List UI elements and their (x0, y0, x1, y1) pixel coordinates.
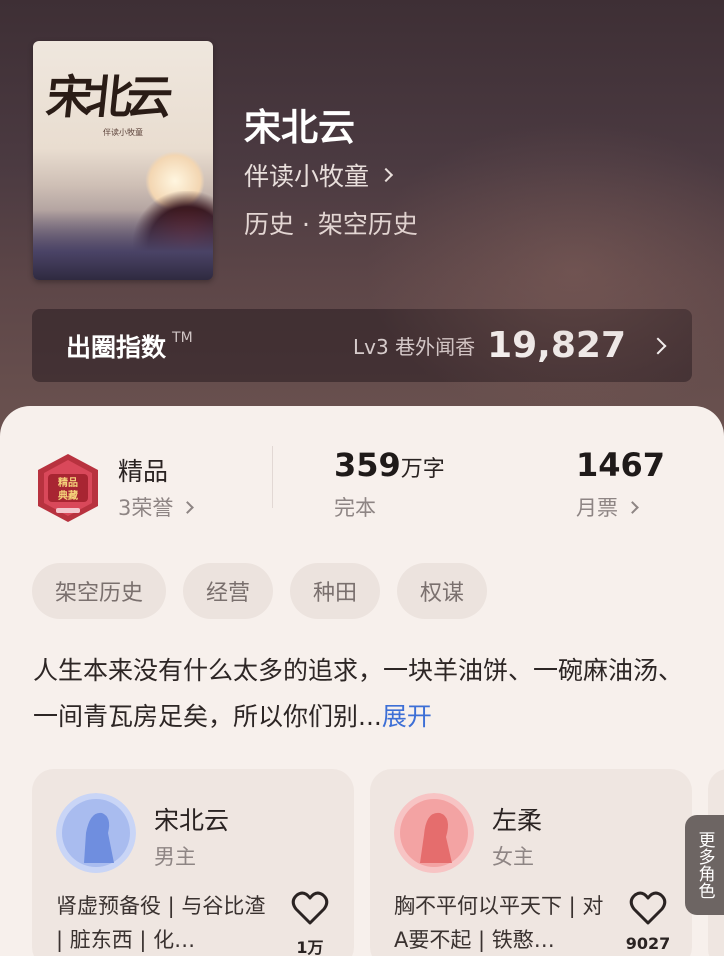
role-type: 女主 (492, 845, 534, 869)
cover-author: 伴读小牧童 (103, 128, 143, 137)
chevron-right-icon (626, 500, 639, 514)
book-title: 宋北云 (244, 106, 355, 149)
svg-text:精品: 精品 (58, 476, 78, 489)
tag-list: 架空历史 经营 种田 权谋 (32, 563, 488, 619)
cover-title: 宋北云 (43, 70, 170, 124)
more-roles-button[interactable]: 更多角色 (685, 815, 724, 915)
role-description: 肾虚预备役 | 与谷比渣 | 脏东西 | 化… (56, 894, 266, 952)
role-avatar (394, 793, 474, 873)
chevron-right-icon (378, 167, 394, 183)
likes-count: 9027 (625, 934, 671, 953)
book-detail-card: 精品 典藏 精品 3荣誉 359万字 完本 1467 月票 架空历史 经营 种田… (0, 406, 724, 956)
heart-icon[interactable] (628, 889, 668, 929)
word-count-value: 359 (334, 446, 401, 484)
honors-link[interactable]: 3荣誉 (118, 492, 195, 522)
stats-row: 精品 典藏 精品 3荣誉 359万字 完本 1467 月票 (0, 446, 724, 536)
monthly-votes-link[interactable]: 月票 (576, 492, 639, 522)
heart-icon[interactable] (290, 889, 330, 929)
role-type: 男主 (154, 845, 196, 869)
trademark-mark: TM (172, 329, 193, 346)
role-name: 宋北云 (154, 806, 230, 835)
word-count-unit: 万字 (400, 457, 445, 482)
book-cover[interactable]: 宋北云 伴读小牧童 (33, 41, 213, 280)
tag-chip[interactable]: 经营 (183, 563, 274, 619)
tag-chip[interactable]: 种田 (290, 563, 381, 619)
role-description: 胸不平何以平天下 | 对A要不起 | 铁憨… (394, 894, 604, 952)
role-name: 左柔 (492, 806, 543, 835)
stats-divider (272, 446, 273, 508)
expand-link[interactable]: 展开 (382, 702, 432, 731)
chevron-right-icon (181, 500, 195, 514)
male-avatar-icon (56, 793, 136, 873)
book-genre: 历史 · 架空历史 (244, 210, 418, 239)
index-title: 出圈指数 (66, 332, 167, 362)
monthly-votes-label: 月票 (576, 496, 618, 520)
role-avatar (56, 793, 136, 873)
likes-count: 1万 (296, 938, 324, 956)
svg-text:典藏: 典藏 (58, 489, 78, 502)
book-header: 宋北云 伴读小牧童 宋北云 伴读小牧童 历史 · 架空历史 出圈指数 TM Lv… (0, 0, 724, 470)
index-value: 19,827 (487, 325, 626, 366)
index-level: Lv3 巷外闻香 (353, 335, 476, 359)
status-label: 完本 (334, 496, 376, 520)
description-text: 人生本来没有什么太多的追求，一块羊油饼、一碗麻油汤、一间青瓦房足矣，所以你们别.… (33, 656, 684, 731)
book-description: 人生本来没有什么太多的追求，一块羊油饼、一碗麻油汤、一间青瓦房足矣，所以你们别.… (33, 648, 683, 740)
cover-city (33, 210, 213, 280)
role-card[interactable]: 宋北云 男主 肾虚预备役 | 与谷比渣 | 脏东西 | 化… 1万 (32, 769, 354, 956)
monthly-votes-value: 1467 (576, 446, 666, 484)
quality-badge-icon[interactable]: 精品 典藏 (34, 452, 102, 524)
role-card[interactable]: 左柔 女主 胸不平何以平天下 | 对A要不起 | 铁憨… 9027 (370, 769, 692, 956)
author-name: 伴读小牧童 (244, 162, 370, 191)
more-roles-label: 更多角色 (694, 831, 715, 899)
honors-count: 3荣誉 (118, 496, 174, 520)
tag-chip[interactable]: 架空历史 (32, 563, 167, 619)
author-link[interactable]: 伴读小牧童 (244, 157, 394, 193)
word-count: 359万字 (334, 446, 445, 484)
tag-chip[interactable]: 权谋 (397, 563, 488, 619)
popularity-index-bar[interactable]: 出圈指数 TM Lv3 巷外闻香 19,827 (32, 309, 692, 382)
female-avatar-icon (394, 793, 474, 873)
quality-label: 精品 (118, 457, 169, 486)
chevron-right-icon (649, 337, 667, 354)
